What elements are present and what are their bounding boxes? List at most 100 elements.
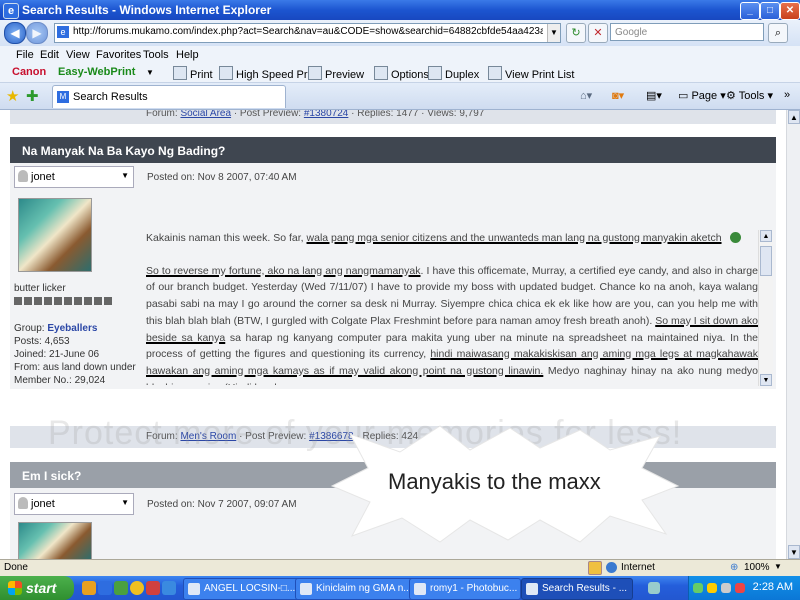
zoom-level[interactable]: 100% — [744, 562, 770, 573]
quick-launch-icon[interactable] — [162, 581, 176, 595]
group-link[interactable]: Eyeballers — [47, 323, 97, 334]
quick-launch-icon[interactable] — [114, 581, 128, 595]
start-button[interactable]: start — [0, 576, 74, 600]
scroll-up-icon[interactable]: ▲ — [760, 230, 772, 242]
more-chevron-icon[interactable]: » — [784, 89, 790, 101]
windows-logo-icon — [8, 581, 22, 595]
zoom-dropdown-icon[interactable]: ▼ — [774, 562, 782, 571]
easy-webprint-dropdown-icon[interactable]: ▼ — [146, 68, 154, 77]
taskbar-item-active[interactable]: Search Results - ... — [521, 578, 633, 600]
maximize-button[interactable]: □ — [760, 2, 780, 20]
menu-help[interactable]: Help — [176, 49, 199, 61]
post-title[interactable]: Na Manyak Na Ba Kayo Ng Bading? — [22, 144, 225, 158]
user-menu[interactable]: jonet ▼ — [14, 493, 134, 515]
menu-file[interactable]: File — [16, 49, 34, 61]
underlined-phrase: wala pang mga senior citizens and the un… — [306, 232, 722, 244]
tab-label: Search Results — [73, 91, 148, 103]
joined-date: Joined: 21-June 06 — [14, 349, 100, 360]
window-title-bar[interactable]: e Search Results - Windows Internet Expl… — [0, 0, 800, 20]
feeds-icon[interactable]: ◙▾ — [612, 89, 624, 102]
globe-icon — [606, 562, 617, 573]
menu-edit[interactable]: Edit — [40, 49, 59, 61]
previous-post-footer: Forum: Social Area · Post Preview: #1380… — [10, 110, 776, 124]
tray-icon[interactable] — [693, 583, 703, 593]
home-icon[interactable]: ⌂▾ — [580, 89, 592, 102]
stop-icon[interactable]: ✕ — [588, 23, 608, 43]
username: jonet — [31, 171, 55, 183]
print-icon[interactable]: ▤▾ — [646, 89, 662, 102]
tab-search-results[interactable]: M Search Results — [52, 85, 286, 108]
menu-view[interactable]: View — [66, 49, 90, 61]
scroll-thumb[interactable] — [760, 246, 772, 276]
duplex-button[interactable]: Duplex — [428, 66, 479, 81]
preview-button[interactable]: Preview — [308, 66, 364, 81]
address-bar[interactable]: e http://forums.mukamo.com/index.php?act… — [54, 23, 561, 43]
scroll-down-icon[interactable]: ▼ — [788, 545, 800, 559]
member-info: Group: Eyeballers Posts: 4,653 Joined: 2… — [14, 322, 136, 387]
system-tray: 2:28 AM — [688, 576, 800, 600]
group-label: Group: — [14, 323, 45, 334]
address-dropdown-icon[interactable]: ▼ — [547, 24, 560, 42]
window-title: Search Results - Windows Internet Explor… — [22, 3, 272, 17]
taskbar-item[interactable]: romy1 - Photobuc... — [409, 578, 521, 600]
scroll-down-icon[interactable]: ▼ — [760, 374, 772, 386]
back-button[interactable]: ◀ — [4, 22, 26, 44]
search-input[interactable]: Google — [610, 23, 764, 41]
overlay-caption: Manyakis to the maxx — [388, 469, 601, 494]
view-print-list-button[interactable]: View Print List — [488, 66, 575, 81]
username: jonet — [31, 498, 55, 510]
print-button[interactable]: Print — [173, 66, 213, 81]
page-scrollbar[interactable]: ▲ ▼ — [786, 110, 800, 559]
add-favorites-icon[interactable]: ✚ — [26, 87, 39, 105]
post-title[interactable]: Em I sick? — [22, 469, 81, 483]
footer-forum-link[interactable]: Social Area — [180, 110, 231, 119]
ie-icon — [414, 583, 426, 595]
post-paragraph-1: Kakainis naman this week. So far, wala p… — [146, 230, 758, 247]
menu-favorites[interactable]: Favorites — [96, 49, 141, 61]
footer-post-link[interactable]: #1380724 — [304, 110, 349, 119]
quick-launch-ie-icon[interactable] — [98, 581, 112, 595]
quick-launch-messenger-icon[interactable] — [130, 581, 144, 595]
canon-logo: Canon — [12, 66, 47, 78]
volume-icon[interactable] — [721, 583, 731, 593]
page-menu[interactable]: ▭ Page ▾ — [678, 89, 726, 102]
footer-forum-prefix: Forum: — [146, 110, 178, 119]
start-label: start — [26, 580, 57, 596]
taskbar-item[interactable]: ANGEL LOCSIN-□... — [183, 578, 303, 600]
address-url[interactable]: http://forums.mukamo.com/index.php?act=S… — [73, 26, 543, 37]
high-speed-print-button[interactable]: High Speed Print — [219, 66, 319, 81]
reputation-pips — [14, 296, 114, 308]
quick-launch-icon[interactable] — [82, 581, 96, 595]
magnifier-icon — [308, 66, 322, 80]
favorites-star-icon[interactable]: ★ — [6, 87, 19, 105]
tray-expand-icon[interactable] — [648, 582, 660, 594]
post-scrollbar[interactable]: ▲ ▼ — [758, 230, 773, 386]
options-button[interactable]: Options — [374, 66, 429, 81]
menu-tools[interactable]: Tools — [143, 49, 169, 61]
rank-title: butter licker — [14, 283, 66, 294]
protected-mode-icon[interactable] — [588, 561, 602, 575]
scroll-up-icon[interactable]: ▲ — [788, 110, 800, 124]
post-paragraph-2: So to reverse my fortune, ako na lang an… — [146, 264, 758, 385]
member-number: Member No.: 29,024 — [14, 375, 106, 386]
taskbar-item[interactable]: Kiniclaim ng GMA n... — [295, 578, 415, 600]
quick-launch-icon[interactable] — [146, 581, 160, 595]
posts-count: Posts: 4,653 — [14, 336, 70, 347]
search-icon[interactable]: ⌕ — [768, 23, 788, 43]
tools-menu[interactable]: ⚙ Tools ▾ — [726, 89, 773, 102]
underlined-phrase: So to reverse my fortune, ako na lang an… — [146, 264, 421, 277]
close-button[interactable]: ✕ — [780, 2, 800, 20]
tab-favicon-icon: M — [57, 91, 69, 103]
minimize-button[interactable]: _ — [740, 2, 760, 20]
ie-icon — [526, 583, 538, 595]
zoom-icon[interactable]: ⊕ — [730, 562, 738, 573]
ie-icon — [188, 583, 200, 595]
forward-button[interactable]: ▶ — [26, 22, 48, 44]
chevron-down-icon: ▼ — [121, 498, 129, 507]
tray-icon[interactable] — [707, 583, 717, 593]
user-menu[interactable]: jonet ▼ — [14, 166, 134, 188]
easy-webprint-menu[interactable]: Easy-WebPrint — [58, 66, 135, 78]
tray-icon[interactable] — [735, 583, 745, 593]
refresh-icon[interactable]: ↻ — [566, 23, 586, 43]
avatar — [18, 522, 92, 561]
